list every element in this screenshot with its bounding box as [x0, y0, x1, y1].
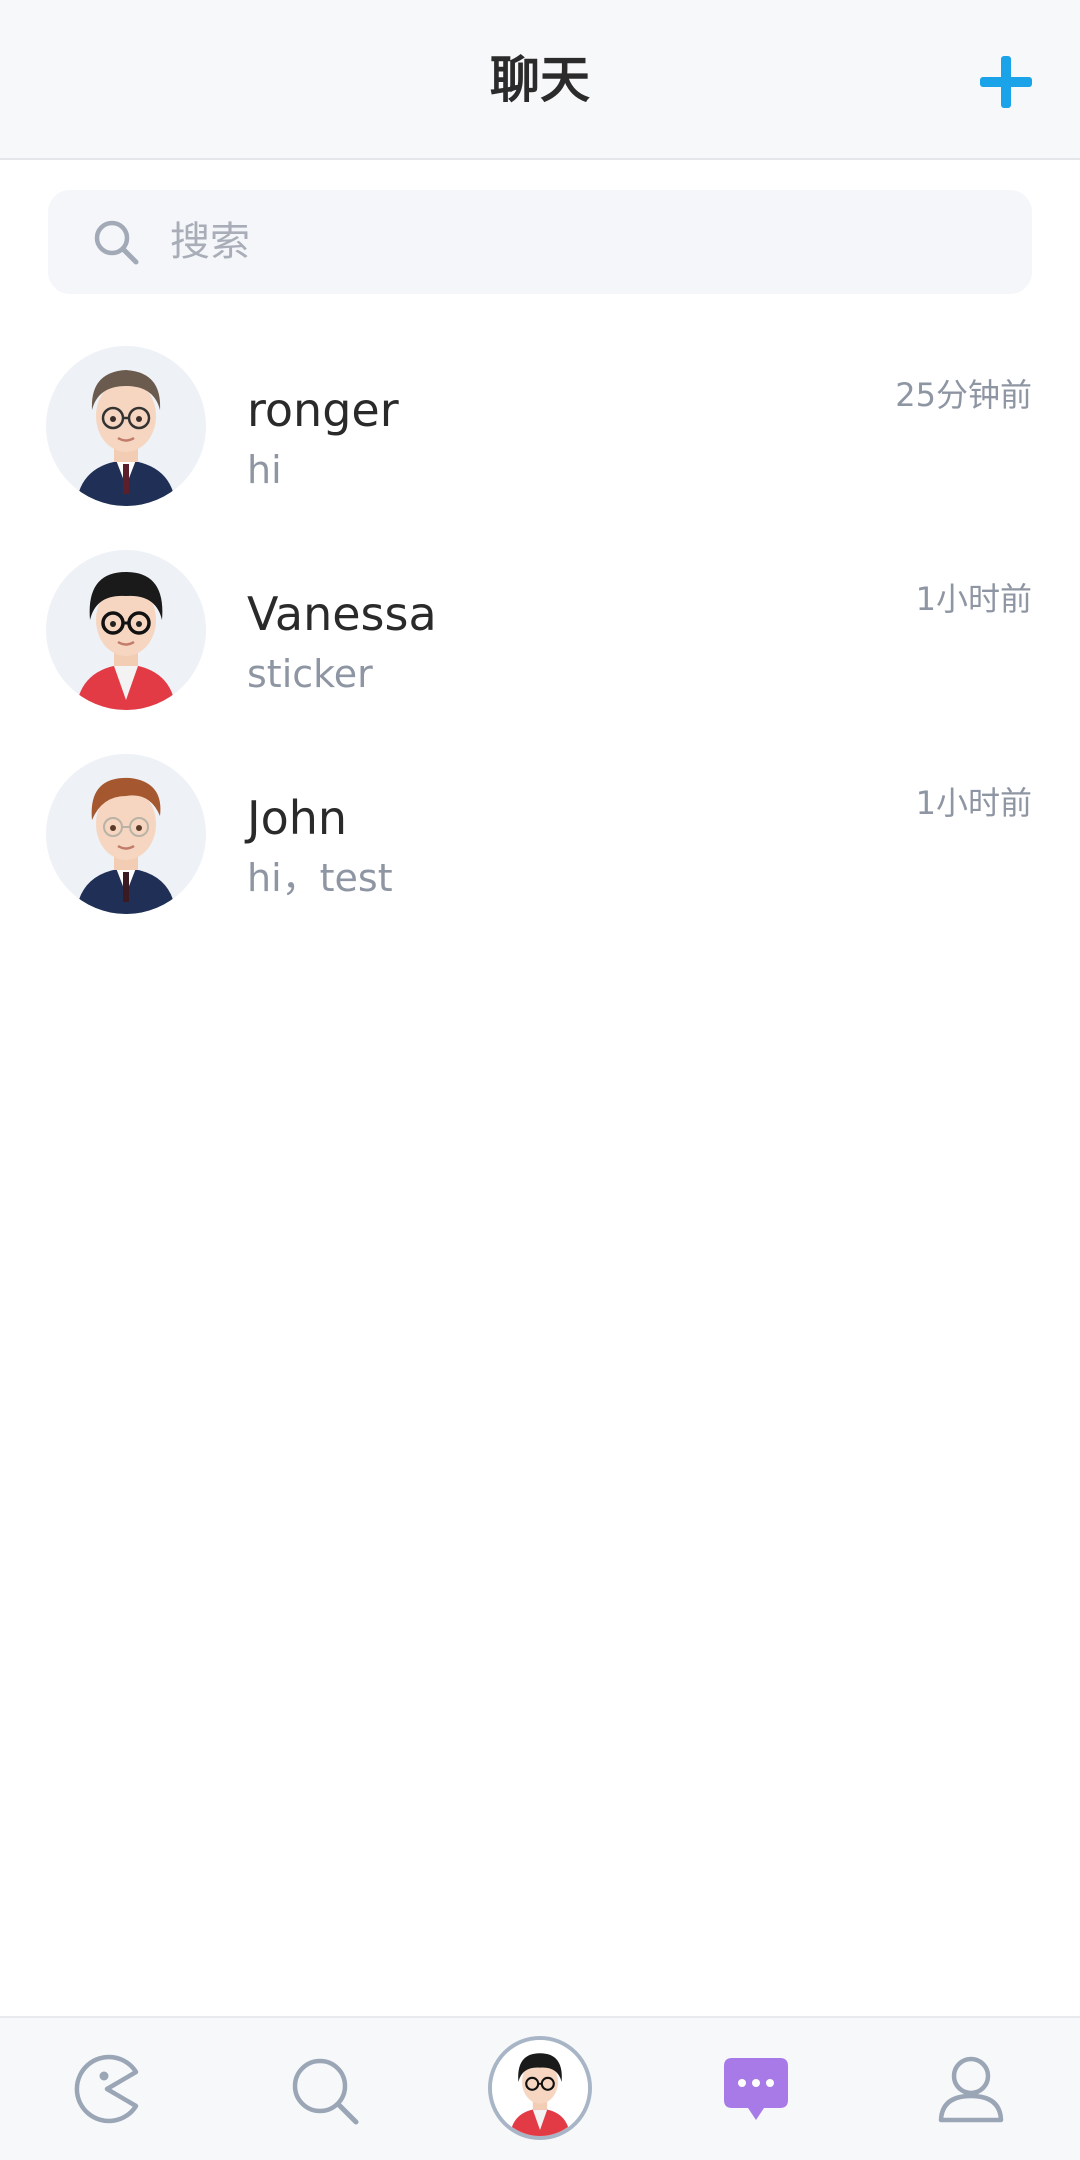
- chat-name: ronger: [247, 383, 399, 437]
- chat-name: John: [247, 791, 348, 845]
- chat-preview: sticker: [247, 652, 373, 696]
- profile-avatar: [492, 2040, 588, 2136]
- avatar-boy-suit-ginger: [46, 754, 206, 914]
- avatar: [46, 550, 206, 710]
- avatar: [46, 346, 206, 506]
- nav-me[interactable]: [936, 2054, 1006, 2126]
- chat-name: Vanessa: [247, 587, 437, 641]
- nav-profile-avatar[interactable]: [488, 2036, 592, 2140]
- pacman-icon: [74, 2054, 139, 2124]
- avatar: [46, 754, 206, 914]
- avatar-boy-red-jacket: [46, 550, 206, 710]
- chat-list-item[interactable]: Vanessa sticker 1小时前: [0, 550, 1080, 754]
- chat-list-item[interactable]: John hi，test 1小时前: [0, 754, 1080, 958]
- chat-bubble-icon: [724, 2058, 788, 2120]
- search-icon: [94, 220, 139, 265]
- chat-timestamp: 1小时前: [915, 784, 1032, 822]
- user-icon: [938, 2056, 1004, 2123]
- search-input[interactable]: 搜索: [48, 190, 1032, 294]
- chat-preview: hi: [247, 448, 282, 492]
- bottom-nav: [0, 2016, 1080, 2160]
- search-placeholder: 搜索: [170, 219, 250, 265]
- avatar-boy-suit-glasses: [46, 346, 206, 506]
- top-bar: 聊天: [0, 0, 1080, 160]
- nav-search[interactable]: [288, 2054, 362, 2128]
- chat-timestamp: 1小时前: [915, 580, 1032, 618]
- page-title: 聊天: [490, 51, 590, 109]
- chat-preview: hi，test: [247, 856, 393, 900]
- chat-timestamp: 25分钟前: [895, 376, 1032, 414]
- chat-app: 聊天 搜索 ronger hi 25分钟前 Vanessa sticker 1小…: [0, 0, 1080, 2160]
- chat-list-item[interactable]: ronger hi 25分钟前: [0, 346, 1080, 550]
- nav-discover[interactable]: [70, 2052, 144, 2126]
- add-chat-button[interactable]: [976, 52, 1036, 112]
- search-icon: [292, 2058, 359, 2125]
- nav-chats[interactable]: [720, 2054, 792, 2126]
- plus-icon: [980, 56, 1032, 108]
